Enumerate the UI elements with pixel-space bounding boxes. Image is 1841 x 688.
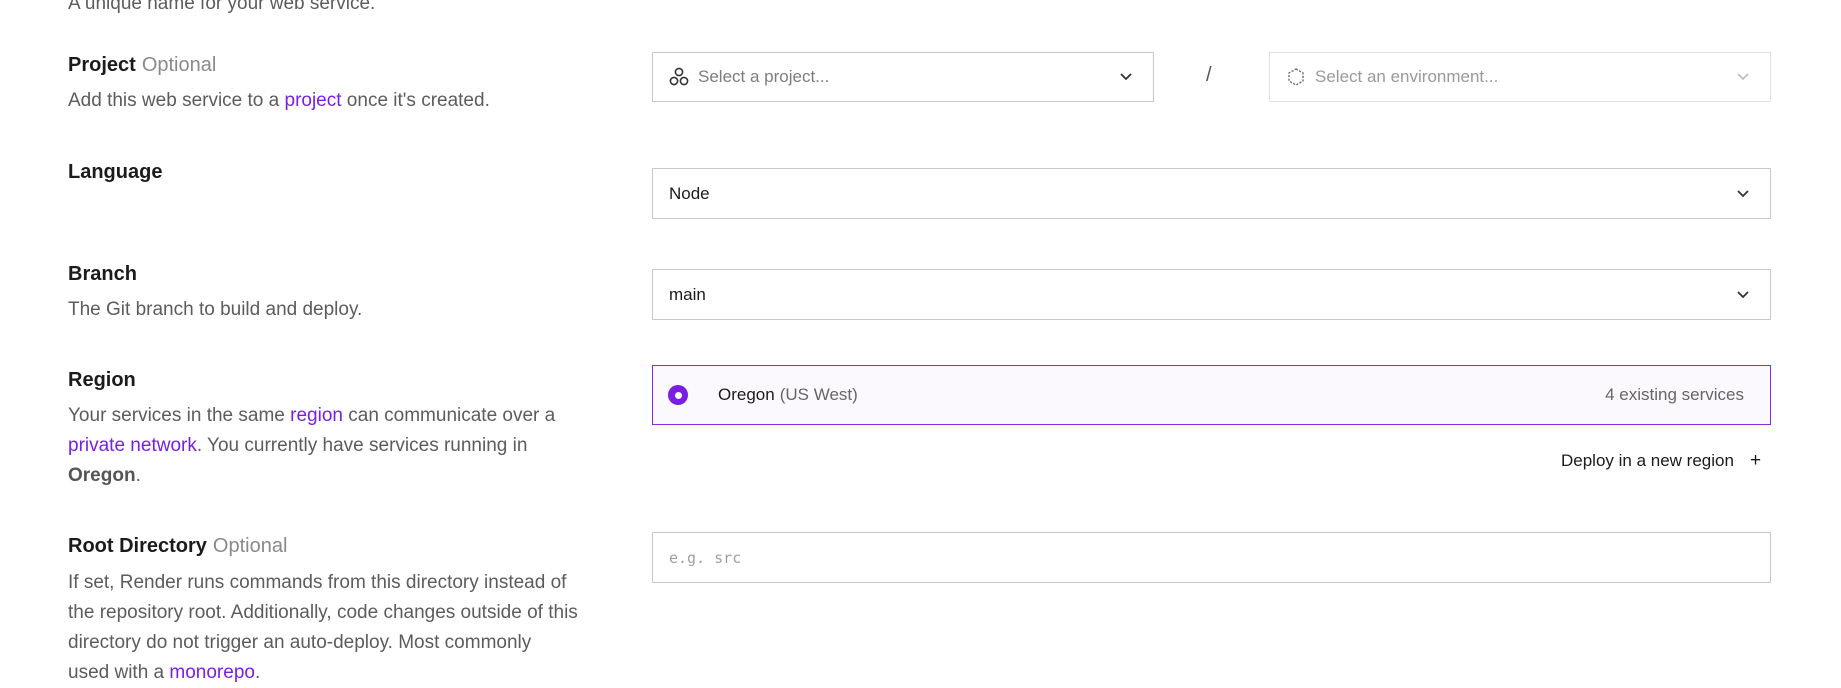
region-current-name: Oregon bbox=[68, 465, 136, 486]
project-select-placeholder: Select a project... bbox=[698, 67, 830, 86]
chevron-down-icon bbox=[1737, 73, 1749, 81]
region-link[interactable]: region bbox=[290, 405, 343, 426]
region-existing-services: 4 existing services bbox=[1605, 385, 1744, 404]
root-directory-input[interactable] bbox=[652, 532, 1771, 583]
project-env-separator: / bbox=[1206, 64, 1212, 86]
region-description: Your services in the same region can com… bbox=[68, 401, 608, 491]
deploy-new-region-label: Deploy in a new region bbox=[1561, 451, 1734, 470]
environment-select[interactable]: Select an environment... bbox=[1269, 52, 1771, 102]
language-select[interactable]: Node bbox=[652, 168, 1771, 219]
monorepo-link[interactable]: monorepo bbox=[169, 662, 255, 683]
region-label: Region bbox=[68, 369, 136, 391]
branch-select[interactable]: main bbox=[652, 269, 1771, 320]
root-directory-desc-line3: directory do not trigger an auto-deploy.… bbox=[68, 632, 532, 653]
root-directory-desc-line4-pre: used with a bbox=[68, 662, 170, 683]
branch-label: Branch bbox=[68, 263, 137, 285]
language-label: Language bbox=[68, 161, 163, 183]
region-desc-mid2: . You currently have services running in bbox=[196, 435, 528, 456]
project-description: Add this web service to a project once i… bbox=[68, 86, 490, 116]
private-network-link[interactable]: private network bbox=[68, 435, 197, 456]
root-directory-description: If set, Render runs commands from this d… bbox=[68, 568, 628, 688]
radio-selected-icon bbox=[668, 385, 688, 405]
root-directory-optional-tag: Optional bbox=[212, 535, 288, 557]
environment-hexagon-icon bbox=[1288, 68, 1304, 86]
region-option-oregon[interactable]: Oregon (US West) 4 existing services bbox=[652, 365, 1771, 425]
region-desc-pre: Your services in the same bbox=[68, 405, 291, 426]
root-directory-desc-line2: the repository root. Additionally, code … bbox=[68, 602, 578, 623]
project-label: Project Optional bbox=[68, 54, 216, 77]
project-label-text: Project bbox=[68, 54, 136, 76]
branch-description: The Git branch to build and deploy. bbox=[68, 299, 363, 320]
region-option-name: Oregon bbox=[718, 385, 775, 404]
project-desc-post: once it's created. bbox=[341, 90, 490, 111]
root-directory-label-text: Root Directory bbox=[68, 535, 207, 557]
project-optional-tag: Optional bbox=[141, 54, 217, 76]
region-desc-end: . bbox=[135, 465, 141, 486]
language-select-value: Node bbox=[669, 183, 710, 203]
project-link[interactable]: project bbox=[285, 90, 342, 111]
chevron-down-icon bbox=[1737, 189, 1749, 197]
region-desc-mid: can communicate over a bbox=[342, 405, 556, 426]
chevron-down-icon bbox=[1737, 290, 1749, 298]
root-directory-desc-line4-end: . bbox=[254, 662, 261, 683]
root-directory-desc-line1: If set, Render runs commands from this d… bbox=[68, 572, 567, 593]
environment-select-placeholder: Select an environment... bbox=[1315, 67, 1499, 86]
project-desc-pre: Add this web service to a bbox=[68, 90, 285, 111]
deploy-new-region-button[interactable]: Deploy in a new region + bbox=[1561, 450, 1761, 472]
branch-select-value: main bbox=[669, 284, 706, 304]
project-select[interactable]: Select a project... bbox=[652, 52, 1154, 102]
chevron-down-icon bbox=[1120, 73, 1132, 81]
plus-icon: + bbox=[1749, 450, 1762, 471]
project-nodes-icon bbox=[669, 67, 689, 86]
root-directory-label: Root Directory Optional bbox=[68, 535, 287, 558]
region-option-sub: (US West) bbox=[779, 385, 858, 404]
name-description: A unique name for your web service. bbox=[68, 0, 376, 14]
